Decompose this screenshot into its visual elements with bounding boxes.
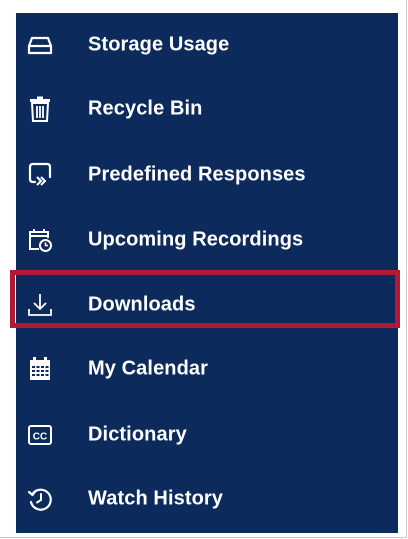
menu-item-label: Storage Usage <box>88 33 230 56</box>
trash-icon <box>26 95 54 123</box>
menu-item-my-calendar[interactable]: My Calendar <box>16 337 398 401</box>
menu-item-watch-history[interactable]: Watch History <box>16 467 398 531</box>
menu-item-predefined-responses[interactable]: Predefined Responses <box>16 143 398 207</box>
menu-item-label: Recycle Bin <box>88 97 203 120</box>
history-icon <box>26 485 54 513</box>
closed-caption-icon: CC <box>26 421 54 449</box>
side-menu: Storage Usage Recycle Bin Predefined Res… <box>16 13 398 533</box>
menu-item-upcoming-recordings[interactable]: Upcoming Recordings <box>16 208 398 272</box>
calendar-grid-icon <box>26 355 54 383</box>
svg-text:CC: CC <box>33 432 47 443</box>
menu-item-label: Watch History <box>88 487 224 510</box>
menu-item-downloads[interactable]: Downloads <box>16 273 398 337</box>
menu-item-dictionary[interactable]: CC Dictionary <box>16 403 398 467</box>
menu-item-label: Dictionary <box>88 423 187 446</box>
download-icon <box>26 291 54 319</box>
menu-item-label: Downloads <box>88 293 196 316</box>
page-frame: Storage Usage Recycle Bin Predefined Res… <box>0 0 407 538</box>
menu-item-label: My Calendar <box>88 357 209 380</box>
menu-item-storage-usage[interactable]: Storage Usage <box>16 13 398 77</box>
calendar-clock-icon <box>26 226 54 254</box>
menu-item-label: Upcoming Recordings <box>88 228 304 251</box>
menu-item-recycle-bin[interactable]: Recycle Bin <box>16 77 398 141</box>
menu-item-label: Predefined Responses <box>88 163 306 186</box>
hard-drive-icon <box>26 31 54 59</box>
response-arrow-icon <box>26 161 54 189</box>
